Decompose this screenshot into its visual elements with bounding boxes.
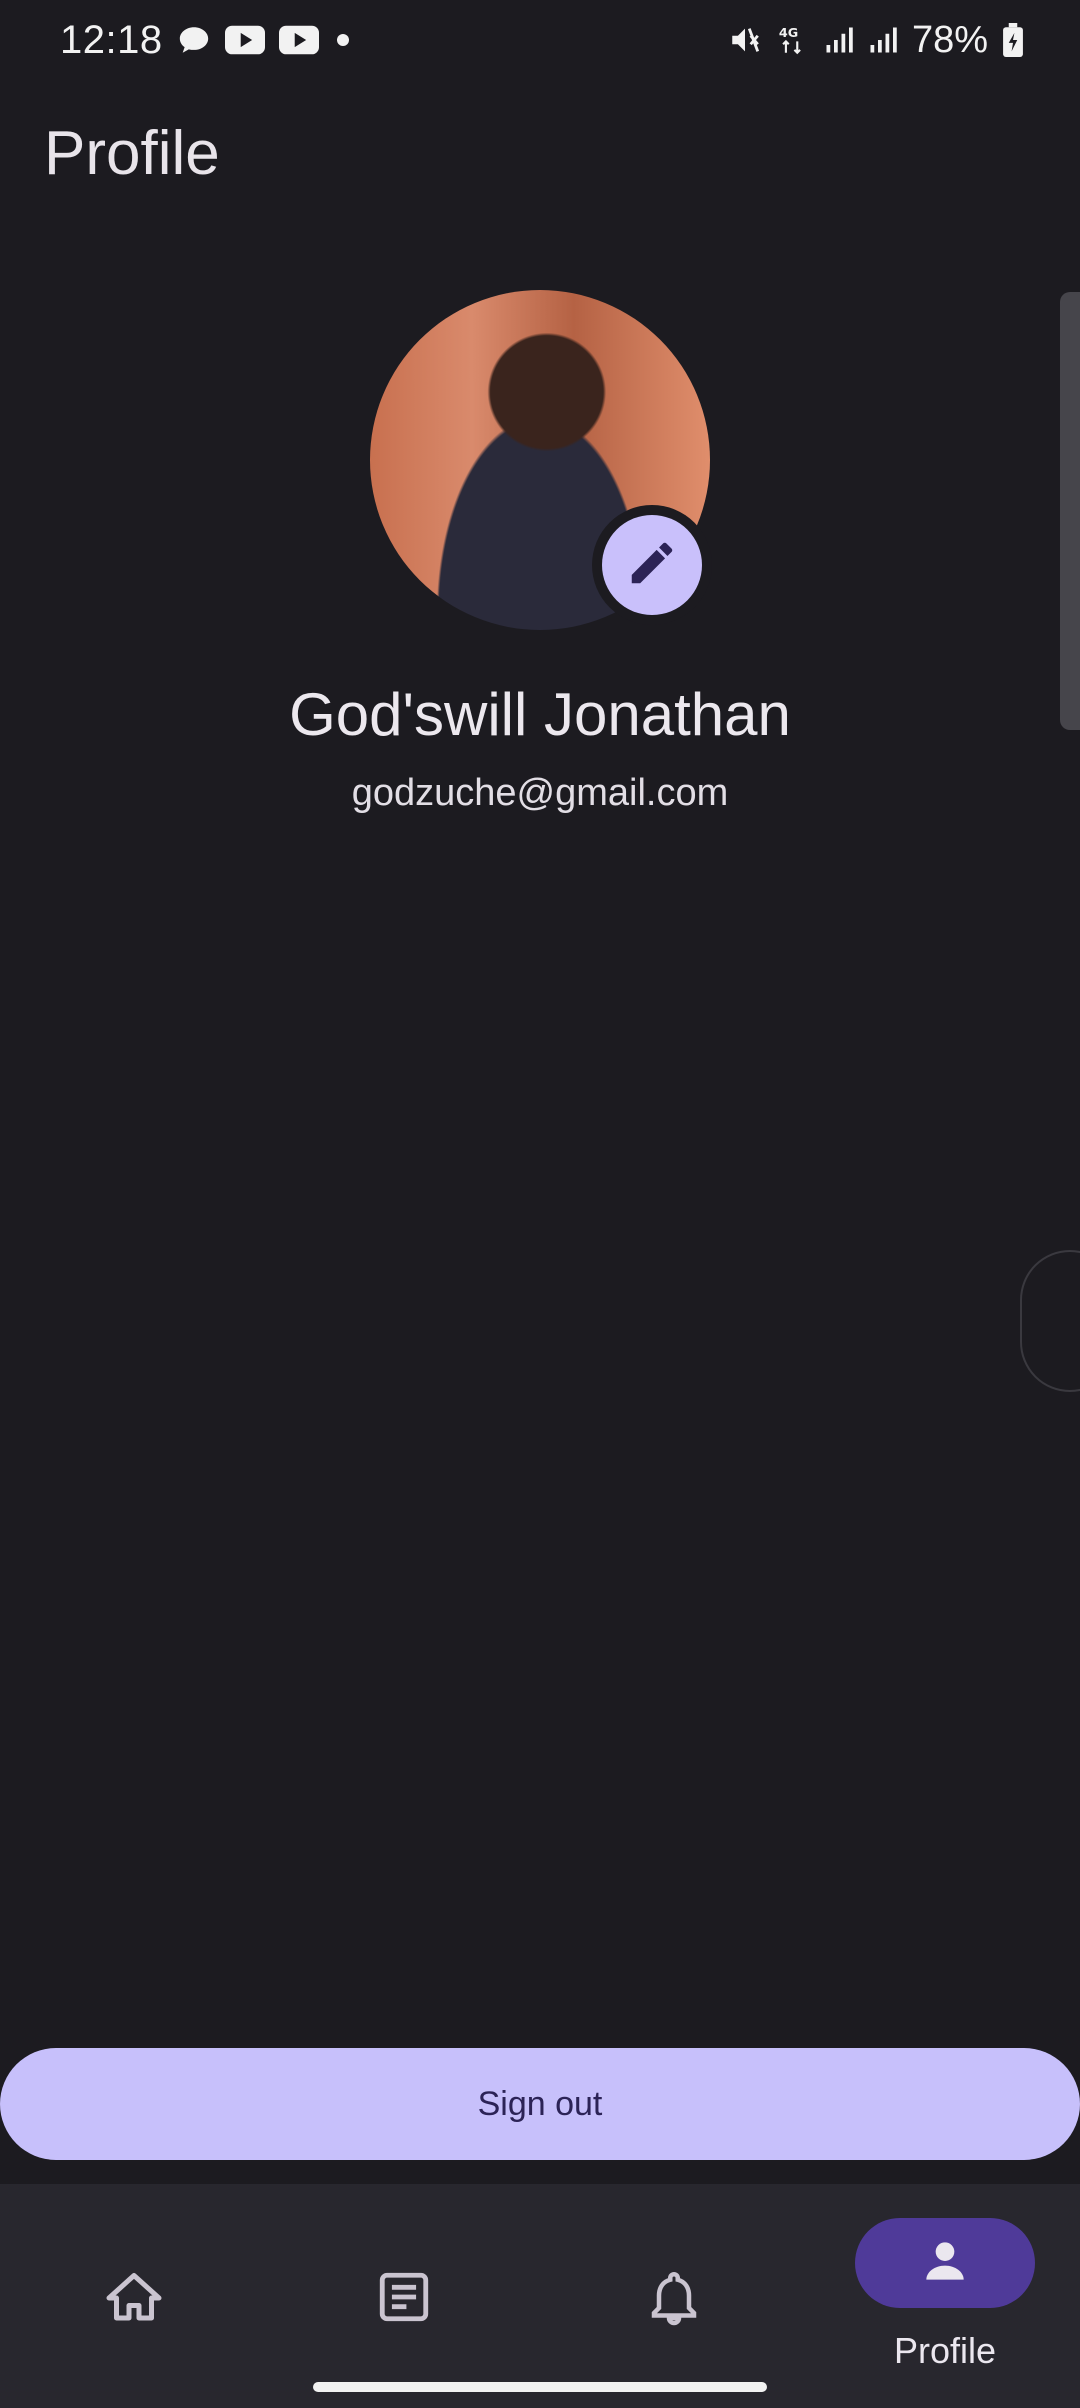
battery-percentage: 78% [911, 18, 988, 61]
avatar-container [370, 290, 712, 630]
nav-profile-indicator [855, 2218, 1035, 2308]
edit-avatar-button[interactable] [592, 505, 712, 625]
page-title: Profile [44, 119, 220, 188]
status-right: 4G 78% [728, 19, 1024, 62]
nav-item-feed[interactable] [352, 2184, 456, 2408]
gesture-navigation-bar[interactable] [313, 2382, 767, 2392]
battery-charging-icon [1002, 23, 1024, 57]
signal-icon [824, 24, 854, 56]
nav-profile-label: Profile [893, 2330, 997, 2371]
bottom-navigation: Profile [0, 2184, 1080, 2408]
bell-icon [644, 2268, 704, 2328]
user-name: God'swill Jonathan [289, 681, 791, 748]
youtube-icon [278, 25, 319, 55]
svg-text:4G: 4G [779, 26, 798, 41]
pencil-icon [625, 536, 679, 595]
youtube-icon [224, 25, 265, 55]
mute-icon [728, 23, 762, 57]
nav-item-home[interactable] [82, 2184, 186, 2408]
status-time: 12:18 [60, 17, 163, 62]
signal-icon [868, 24, 898, 56]
article-icon [375, 2268, 433, 2326]
chat-bubble-icon [177, 23, 211, 57]
home-icon [104, 2268, 164, 2328]
4g-icon: 4G [776, 23, 810, 57]
edit-avatar-button-fill [602, 515, 702, 615]
person-icon [917, 2233, 973, 2294]
dot-icon [333, 30, 353, 50]
sign-out-button[interactable]: Sign out [0, 2048, 1080, 2160]
profile-screen: 12:18 4G 78% Profile God'swill Jonathan … [0, 0, 1080, 2408]
nav-item-profile[interactable]: Profile [854, 2184, 1036, 2408]
user-email: godzuche@gmail.com [351, 772, 729, 814]
edge-panel-handle[interactable] [1020, 1250, 1080, 1392]
status-left: 12:18 [60, 18, 353, 63]
status-bar: 12:18 4G 78% [0, 0, 1080, 80]
scroll-handle[interactable] [1060, 292, 1080, 730]
nav-item-notifications[interactable] [622, 2184, 726, 2408]
